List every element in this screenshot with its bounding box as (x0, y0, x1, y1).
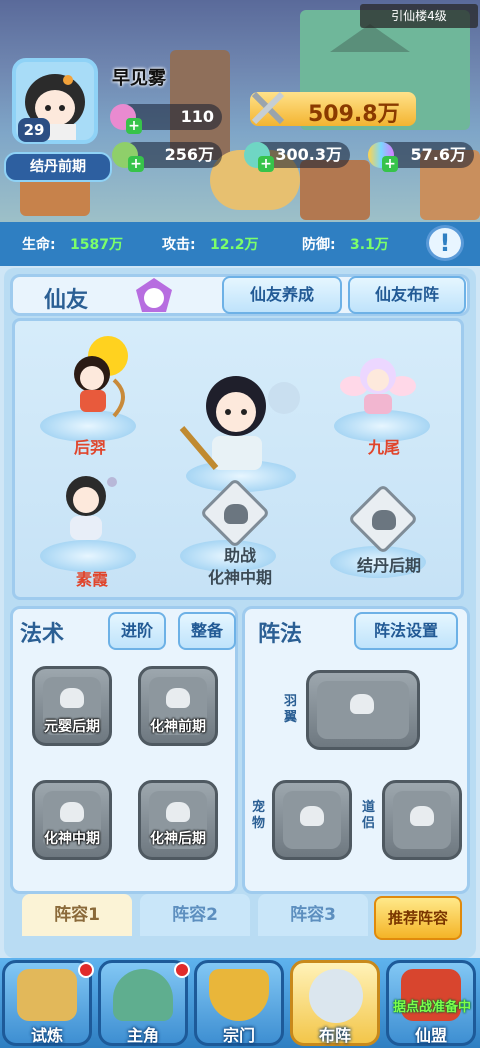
nav-sect-label: 宗门 (222, 1026, 255, 1045)
lock-icon (410, 806, 434, 826)
hp-value: 1587万 (70, 237, 123, 253)
palace-roof (330, 24, 410, 52)
add-spirit-stone-icon[interactable]: + (128, 156, 144, 172)
info-button[interactable]: ! (426, 225, 464, 261)
attack-value: 12.2万 (210, 237, 259, 253)
lock-icon (224, 504, 248, 524)
lineup-tab-1[interactable]: 阵容1 (22, 894, 132, 936)
exclamation-icon: ! (439, 229, 451, 257)
lock-icon (350, 694, 374, 714)
spell-slot-requirement: 元婴后期 (44, 719, 100, 735)
array-settings-button[interactable]: 阵法设置 (354, 612, 458, 650)
assist-requirement: 化神中期 (207, 568, 272, 587)
notification-dot (78, 962, 94, 978)
nav-formation-label: 布阵 (318, 1026, 351, 1045)
lineup-tab-3[interactable]: 阵容3 (258, 894, 368, 936)
resource-value: 300.3万 (275, 145, 342, 164)
shrine-icon (17, 969, 77, 1021)
partner-label: 道侣 (362, 800, 376, 831)
houyi-character[interactable] (58, 330, 134, 420)
player-realm-button[interactable]: 结丹前期 (4, 152, 112, 182)
lineup-tab-label: 阵容1 (54, 905, 100, 925)
taiji-compass-icon (309, 969, 363, 1023)
spells-title: 法术 (20, 622, 65, 647)
lock-icon (372, 510, 396, 530)
wing-label: 羽翼 (284, 694, 298, 725)
companion-name-jiuwei: 九尾 (368, 438, 401, 457)
hp-label: 生命: (22, 237, 56, 253)
lineup-tab-2[interactable]: 阵容2 (140, 894, 250, 936)
spell-slot-requirement: 化神前期 (150, 719, 206, 735)
add-rainbow-gem-icon[interactable]: + (382, 156, 398, 172)
fairy-cultivate-button[interactable]: 仙友养成 (222, 276, 342, 314)
hut-building (20, 176, 90, 216)
lock-icon (166, 688, 190, 708)
crossed-swords-icon (251, 91, 285, 125)
lock-icon (60, 802, 84, 822)
attack-label: 攻击: (162, 237, 196, 253)
fairy-formation-button[interactable]: 仙友布阵 (348, 276, 466, 314)
stronghold-battle-banner: 据点战准备中 (392, 1000, 471, 1015)
suxia-character[interactable] (50, 466, 124, 546)
defense-label: 防御: (302, 237, 336, 253)
locked-requirement: 结丹后期 (356, 556, 421, 575)
companion-name-houyi: 后羿 (74, 438, 107, 457)
fairy-section-title: 仙友 (44, 288, 89, 313)
lineup-tab-label: 阵容3 (290, 905, 336, 925)
add-green-gem-icon[interactable]: + (258, 156, 274, 172)
player-name: 早见雾 (112, 68, 166, 89)
stat-counter-value: 110 (180, 107, 214, 126)
main-character[interactable] (176, 364, 306, 474)
notification-dot (174, 962, 190, 978)
tower-level-label[interactable]: 引仙楼4级 (360, 4, 478, 28)
combat-power-value: 509.8万 (308, 102, 400, 127)
nav-alliance-label: 仙盟 (414, 1026, 447, 1045)
spell-slot-requirement: 化神后期 (150, 831, 206, 847)
lineup-tab-label: 阵容2 (172, 905, 218, 925)
spell-advance-button[interactable]: 进阶 (108, 612, 166, 650)
array-title: 阵法 (258, 622, 303, 647)
pet-label: 宠物 (252, 800, 266, 831)
defense-value: 3.1万 (350, 237, 389, 253)
recommend-lineup-button[interactable]: 推荐阵容 (374, 896, 462, 940)
spell-slot-requirement: 化神中期 (44, 831, 100, 847)
fox-emblem-icon (136, 278, 172, 312)
resource-value: 57.6万 (410, 145, 466, 164)
nav-hero-label: 主角 (126, 1026, 159, 1045)
add-stat-icon[interactable]: + (126, 118, 142, 134)
incense-burner-icon (209, 969, 269, 1021)
resource-value: 256万 (164, 145, 214, 164)
jiuwei-character[interactable] (338, 346, 418, 418)
nav-trial-label: 试炼 (30, 1026, 63, 1045)
shrine-building (300, 160, 370, 220)
lock-icon (60, 688, 84, 708)
spell-equip-button[interactable]: 整备 (178, 612, 236, 650)
statue-icon (113, 969, 173, 1021)
lock-icon (166, 802, 190, 822)
companion-name-suxia: 素霞 (76, 570, 109, 589)
player-level-badge: 29 (18, 118, 50, 142)
assist-label: 助战 (223, 546, 256, 565)
lock-icon (300, 806, 324, 826)
